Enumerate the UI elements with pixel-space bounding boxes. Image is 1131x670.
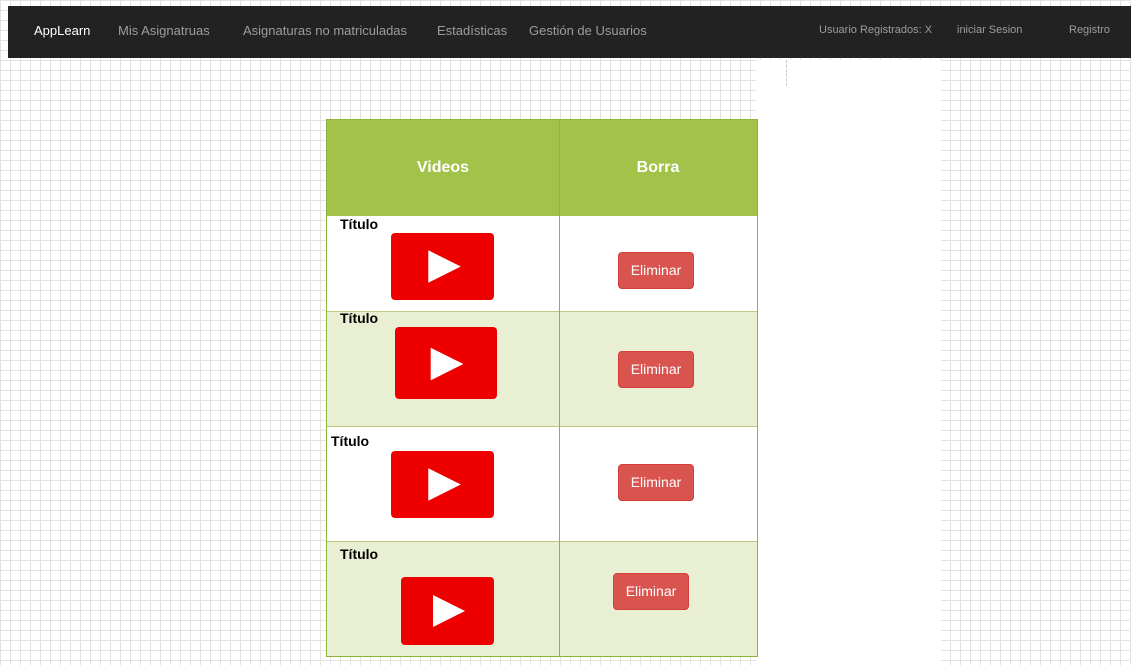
video-title: Título: [340, 310, 379, 326]
youtube-play-icon[interactable]: [391, 233, 494, 300]
canvas-bottom-strip: [0, 665, 1131, 670]
delete-button[interactable]: Eliminar: [618, 252, 694, 289]
nav-asignaturas-no-matriculadas[interactable]: Asignaturas no matriculadas: [243, 23, 407, 38]
youtube-play-icon[interactable]: [401, 577, 494, 645]
youtube-play-icon[interactable]: [395, 327, 497, 399]
delete-button[interactable]: Eliminar: [618, 351, 694, 388]
canvas-blank-area: [756, 60, 941, 670]
delete-button[interactable]: Eliminar: [618, 464, 694, 501]
table-header: Videos Borra: [327, 120, 757, 216]
video-title: Título: [331, 433, 370, 449]
nav-gestion-usuarios[interactable]: Gestión de Usuarios: [529, 23, 647, 38]
nav-mis-asignaturas[interactable]: Mis Asignatruas: [118, 23, 210, 38]
canvas-guide-line: [786, 60, 787, 86]
table-row: Título Eliminar: [327, 216, 757, 311]
column-divider: [559, 120, 560, 656]
register-link[interactable]: Registro: [1069, 24, 1110, 36]
header-delete: Borra: [636, 159, 680, 176]
login-link[interactable]: iniciar Sesion: [957, 24, 1022, 36]
delete-button[interactable]: Eliminar: [613, 573, 689, 610]
video-title: Título: [340, 546, 379, 562]
header-videos: Videos: [416, 159, 470, 176]
brand-link[interactable]: AppLearn: [34, 23, 90, 38]
videos-table: Videos Borra Título Eliminar Título Elim…: [326, 119, 758, 657]
video-title: Título: [340, 216, 379, 232]
nav-estadisticas[interactable]: Estadísticas: [437, 23, 507, 38]
table-row: Título Eliminar: [327, 310, 757, 426]
table-row: Título Eliminar: [327, 541, 757, 656]
user-status-text: Usuario Registrados: X: [819, 24, 933, 36]
top-navbar: AppLearn Mis Asignatruas Asignaturas no …: [8, 6, 1131, 58]
table-row: Título Eliminar: [327, 426, 757, 541]
youtube-play-icon[interactable]: [391, 451, 494, 518]
